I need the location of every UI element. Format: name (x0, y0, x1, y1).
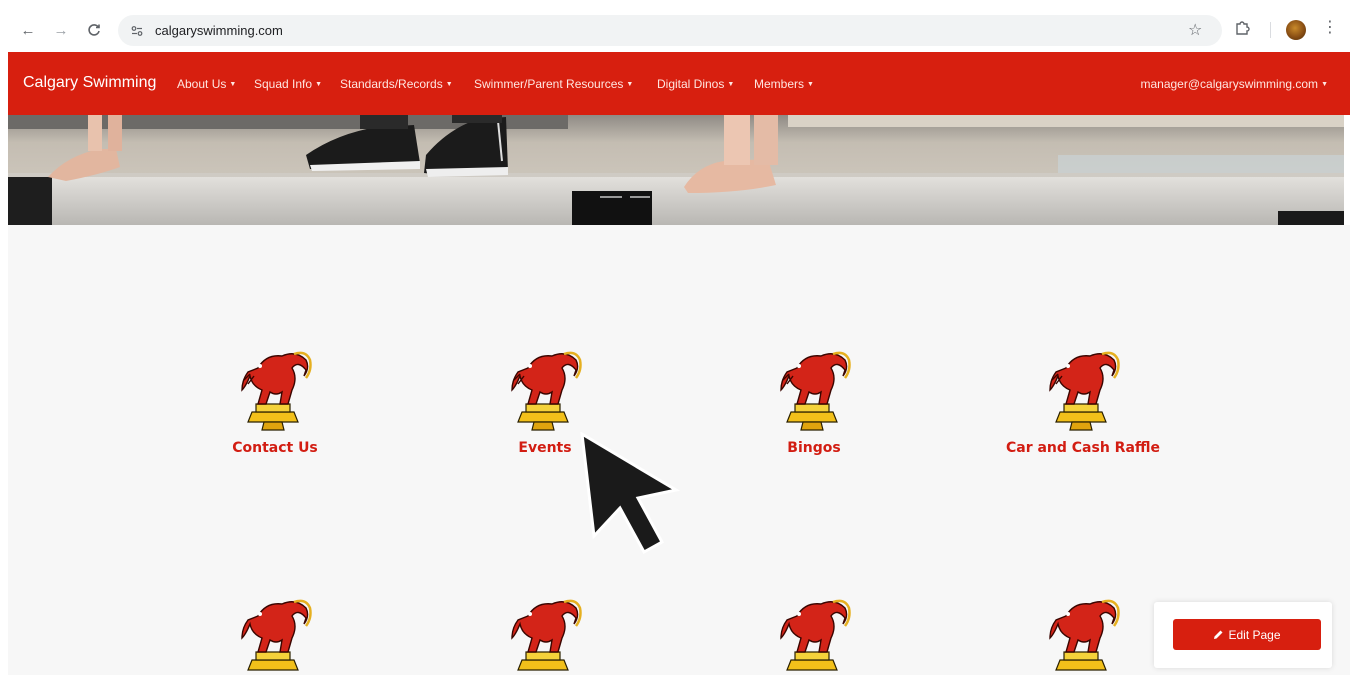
nav-item-swimmer-parent-resources[interactable]: Swimmer/Parent Resources ▼ (474, 77, 633, 91)
dinosaur-logo-icon (780, 599, 851, 671)
profile-avatar[interactable] (1286, 20, 1306, 40)
dinosaur-logo-icon (511, 351, 582, 431)
tile-bingos[interactable]: Bingos (714, 346, 914, 456)
bookmark-star-icon[interactable]: ☆ (1188, 20, 1202, 40)
dinosaur-logo-icon (241, 351, 312, 431)
extensions-puzzle-icon[interactable] (1233, 19, 1251, 37)
dinosaur-logo-icon (511, 599, 582, 671)
dinosaur-logo-icon (780, 351, 851, 431)
url-text[interactable]: calgaryswimming.com (155, 23, 283, 38)
caret-down-icon: ▼ (626, 81, 634, 88)
brand-link[interactable]: Calgary Swimming (23, 74, 156, 92)
dinosaur-logo-icon (1049, 351, 1120, 431)
nav-item-standards-records[interactable]: Standards/Records ▼ (340, 77, 453, 91)
caret-down-icon: ▼ (1321, 81, 1328, 88)
caret-down-icon: ▼ (445, 81, 453, 88)
nav-item-members[interactable]: Members ▼ (754, 77, 814, 91)
nav-item-squad-info[interactable]: Squad Info ▼ (254, 77, 322, 91)
caret-down-icon: ▼ (727, 81, 735, 88)
tile-row2-1[interactable] (175, 594, 375, 675)
back-arrow-icon[interactable]: ← (16, 18, 40, 42)
tile-contact-us[interactable]: Contact Us (175, 346, 375, 456)
tile-label[interactable]: Bingos (787, 440, 840, 456)
edit-page-button[interactable]: Edit Page (1173, 619, 1321, 650)
reload-icon[interactable] (82, 18, 106, 42)
site-info-icon[interactable] (127, 21, 147, 41)
edit-page-panel: Edit Page (1154, 602, 1332, 668)
browser-menu-icon[interactable]: ⋮ (1322, 19, 1338, 37)
edit-page-label: Edit Page (1228, 627, 1281, 642)
nav-item-about-us[interactable]: About Us ▼ (177, 77, 236, 91)
nav-item-digital-dinos[interactable]: Digital Dinos ▼ (657, 77, 734, 91)
caret-down-icon: ▼ (315, 81, 322, 88)
user-account-menu[interactable]: manager@calgaryswimming.com ▼ (1140, 77, 1328, 91)
toolbar-divider (1270, 22, 1271, 38)
tile-label[interactable]: Contact Us (232, 440, 318, 456)
tile-car-and-cash-raffle[interactable]: Car and Cash Raffle (983, 346, 1183, 456)
site-navbar: Calgary Swimming About Us ▼ Squad Info ▼ S… (8, 52, 1350, 115)
dinosaur-logo-icon (241, 599, 312, 671)
browser-toolbar: ← → calgaryswimming.com ☆ ⋮ (0, 0, 1350, 50)
dinosaur-logo-icon (1049, 599, 1120, 671)
tile-label[interactable]: Events (518, 440, 571, 456)
hero-banner-image (8, 115, 1344, 225)
pencil-icon (1214, 630, 1223, 639)
caret-down-icon: ▼ (807, 81, 814, 88)
forward-arrow-icon[interactable]: → (49, 18, 73, 42)
tile-label[interactable]: Car and Cash Raffle (1006, 440, 1160, 456)
tile-row2-2[interactable] (445, 594, 645, 675)
address-bar[interactable]: calgaryswimming.com (118, 15, 1222, 46)
tile-row2-4[interactable] (983, 594, 1183, 675)
tile-row2-3[interactable] (714, 594, 914, 675)
tile-events[interactable]: Events (445, 346, 645, 456)
caret-down-icon: ▼ (229, 81, 237, 88)
